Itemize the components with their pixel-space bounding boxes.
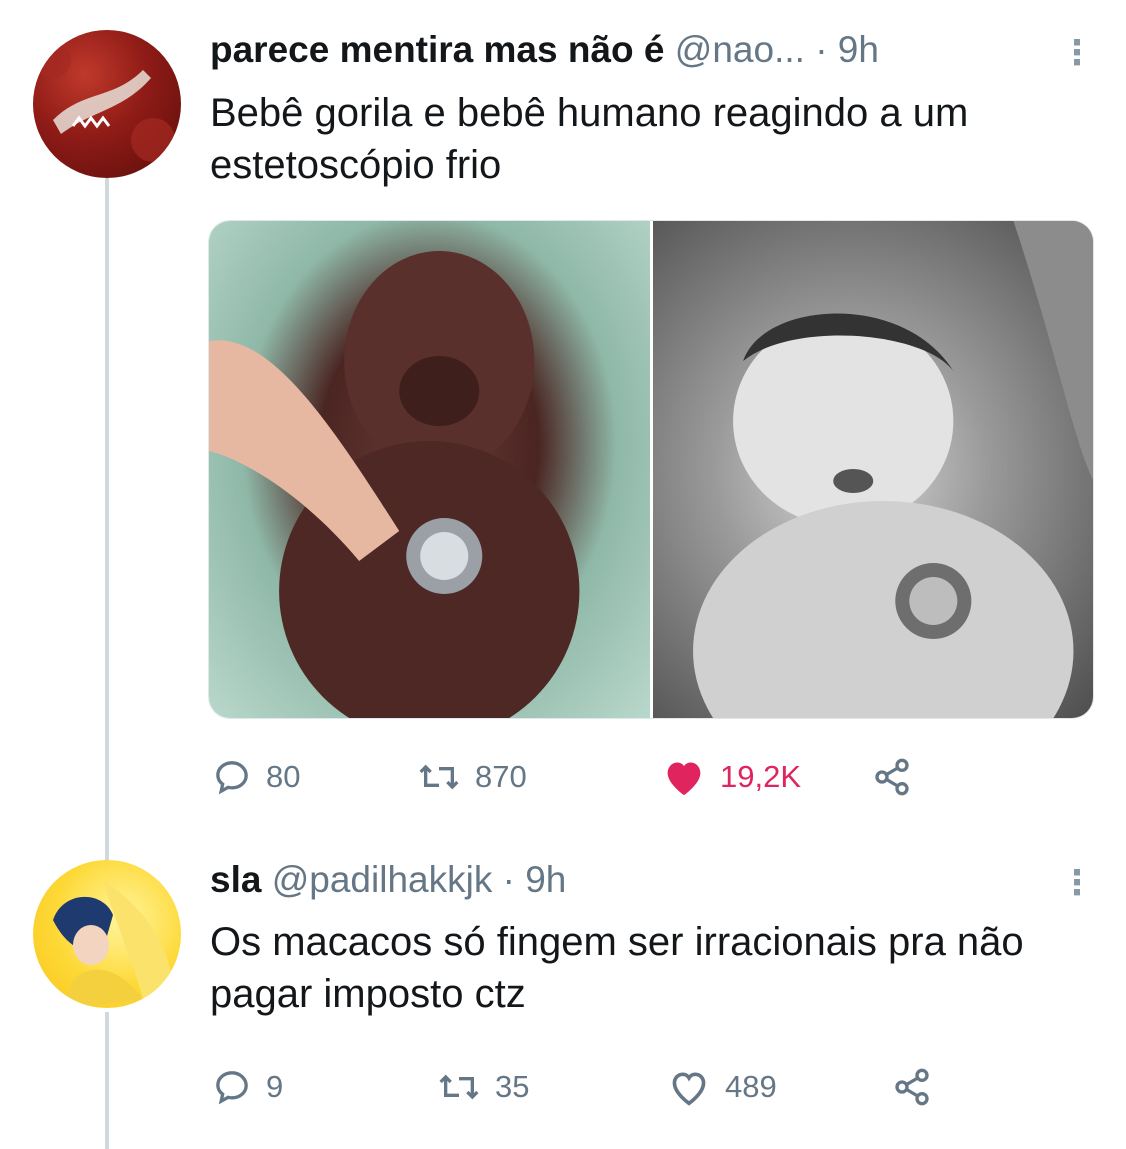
photo-human-baby[interactable] [649,221,1093,718]
reply-icon [216,761,248,795]
tweet-text: Bebê gorila e bebê humano reagindo a um … [210,91,969,187]
tweet-actions: 80 870 19,2K [212,757,912,797]
tweet-actions: 9 35 489 [212,1067,932,1107]
avatar-image [53,880,173,1008]
share-icon [895,1068,929,1106]
photo-baby-gorilla[interactable] [209,221,650,718]
heart-filled-icon [667,762,701,796]
author-name[interactable]: parece mentira mas não é [210,29,665,70]
author-handle[interactable]: @nao... [675,29,805,70]
tweet-header: sla @padilhakkjk · 9h [210,858,566,902]
avatar[interactable] [33,860,181,1008]
reply-count: 80 [266,759,301,794]
avatar[interactable] [33,30,181,178]
more-options-icon[interactable]: ⋮ [1060,866,1094,900]
retweet-button[interactable]: 870 [417,757,662,797]
retweet-button[interactable]: 35 [437,1067,667,1107]
share-icon [875,758,909,796]
baby-illustration [692,221,1093,718]
like-button[interactable]: 19,2K [662,757,872,797]
timestamp[interactable]: · 9h [815,29,879,70]
tweet-media[interactable] [208,220,1094,719]
like-count: 489 [725,1069,777,1104]
share-button[interactable] [892,1067,932,1107]
timestamp[interactable]: · 9h [503,859,567,900]
retweet-count: 870 [475,759,527,794]
like-count: 19,2K [720,759,802,794]
reply-count: 9 [266,1069,284,1104]
author-handle[interactable]: @padilhakkjk [272,859,493,900]
share-button[interactable] [872,757,912,797]
retweet-icon [419,764,459,790]
tweet-header: parece mentira mas não é @nao... · 9h [210,28,879,72]
reply-button[interactable]: 9 [212,1067,437,1107]
heart-outline-icon [672,1072,706,1106]
tweet-text: Os macacos só fingem ser irracionais pra… [210,920,1024,1016]
thread-line [105,178,109,868]
thread-line-lower [105,1012,109,1149]
gorilla-illustration [209,251,580,718]
retweet-count: 35 [495,1069,530,1104]
avatar-image [35,42,175,162]
author-name[interactable]: sla [210,859,261,900]
reply-icon [216,1071,248,1105]
like-button[interactable]: 489 [667,1067,892,1107]
retweet-icon [439,1074,479,1100]
reply-button[interactable]: 80 [212,757,417,797]
more-options-icon[interactable]: ⋮ [1060,36,1094,70]
